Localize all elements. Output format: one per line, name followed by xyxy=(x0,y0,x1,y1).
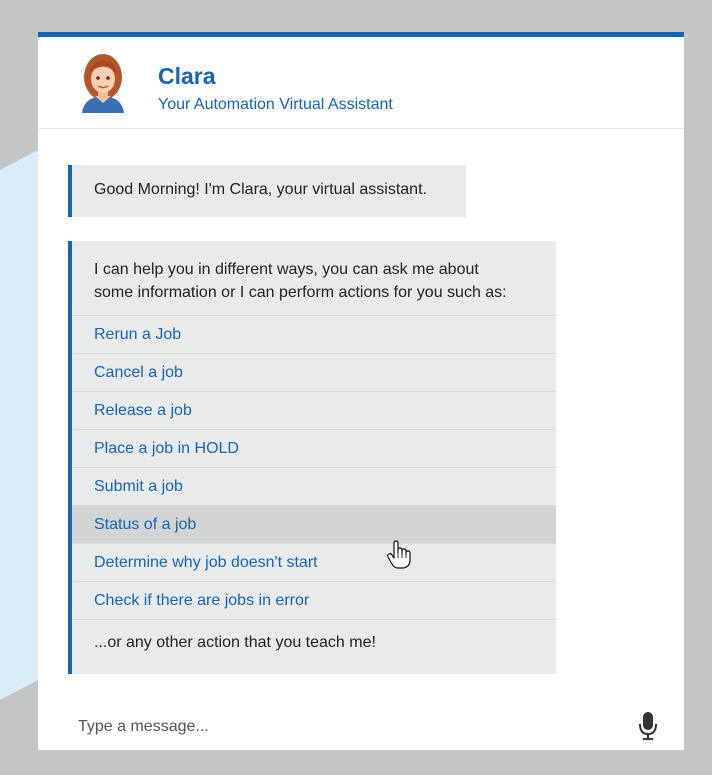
greeting-message: Good Morning! I'm Clara, your virtual as… xyxy=(68,165,466,217)
option-release-job[interactable]: Release a job xyxy=(72,392,556,430)
options-intro: I can help you in different ways, you ca… xyxy=(72,241,556,316)
option-submit-job[interactable]: Submit a job xyxy=(72,468,556,506)
option-why-not-start[interactable]: Determine why job doesn't start xyxy=(72,544,556,582)
assistant-avatar xyxy=(82,54,124,113)
chat-window: Clara Your Automation Virtual Assistant … xyxy=(38,32,684,750)
intro-line-1: I can help you in different ways, you ca… xyxy=(94,261,479,278)
message-bar xyxy=(38,697,684,750)
intro-line-2: some information or I can perform action… xyxy=(94,284,507,301)
microphone-icon[interactable] xyxy=(638,711,658,741)
assistant-name: Clara xyxy=(158,63,216,89)
options-message: I can help you in different ways, you ca… xyxy=(68,241,556,674)
chat-header: Clara Your Automation Virtual Assistant xyxy=(38,37,684,129)
option-hold-job[interactable]: Place a job in HOLD xyxy=(72,430,556,468)
greeting-text: Good Morning! I'm Clara, your virtual as… xyxy=(94,181,427,198)
options-footer: ...or any other action that you teach me… xyxy=(94,634,376,651)
option-jobs-in-error[interactable]: Check if there are jobs in error xyxy=(72,582,556,620)
message-input[interactable] xyxy=(78,715,598,739)
option-cancel-job[interactable]: Cancel a job xyxy=(72,354,556,392)
assistant-subtitle: Your Automation Virtual Assistant xyxy=(158,96,393,113)
option-rerun-job[interactable]: Rerun a Job xyxy=(72,316,556,354)
hand-pointer-icon xyxy=(387,540,411,569)
option-status-job[interactable]: Status of a job xyxy=(72,506,556,544)
